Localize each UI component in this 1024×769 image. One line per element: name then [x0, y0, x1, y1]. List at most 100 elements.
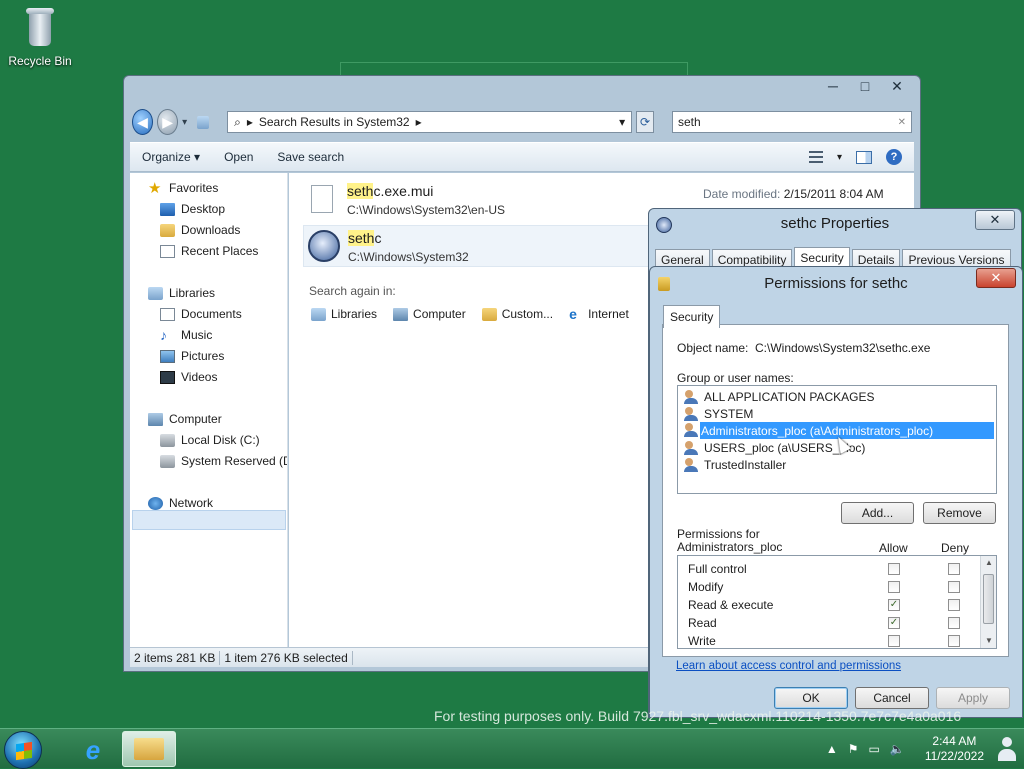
- list-item-selected[interactable]: Administrators_ploc (a\Administrators_pl…: [700, 422, 994, 439]
- add-button[interactable]: Add...: [841, 502, 914, 524]
- back-button[interactable]: ◀: [132, 109, 154, 135]
- recycle-bin-shortcut[interactable]: Recycle Bin: [6, 6, 74, 68]
- minimize-button[interactable]: ─: [818, 76, 848, 96]
- action-center-flag-icon[interactable]: ⚑: [848, 742, 859, 756]
- scroll-down-icon[interactable]: ▼: [981, 634, 996, 648]
- help-icon[interactable]: ?: [886, 149, 902, 165]
- organize-button[interactable]: Organize ▾: [142, 150, 200, 164]
- nav-label: Network: [169, 496, 214, 510]
- deny-checkbox[interactable]: [948, 563, 960, 575]
- nav-label: Music: [181, 328, 213, 342]
- open-button[interactable]: Open: [224, 150, 253, 164]
- recent-pages-dropdown[interactable]: ▾: [182, 117, 187, 128]
- permissions-close-button[interactable]: ✕: [976, 268, 1016, 288]
- forward-button[interactable]: ▶: [157, 109, 179, 135]
- tab-security[interactable]: Security: [663, 305, 721, 328]
- nav-item-videos[interactable]: Videos: [160, 370, 217, 384]
- search-again-custom[interactable]: Custom...: [481, 307, 553, 321]
- nav-item-libraries[interactable]: Libraries: [148, 286, 215, 300]
- search-input-value[interactable]: seth: [678, 115, 701, 129]
- nav-label: Computer: [169, 412, 222, 426]
- object-name-label: Object name:: [677, 341, 749, 355]
- address-chevron-icon[interactable]: ▸: [416, 115, 422, 129]
- recycle-bin-icon: [22, 6, 58, 50]
- volume-muted-icon[interactable]: 🔈: [890, 742, 905, 756]
- allow-checkbox[interactable]: [888, 563, 900, 575]
- nav-item-music[interactable]: ♪ Music: [160, 328, 213, 343]
- nav-item-system-reserved[interactable]: System Reserved (D:: [160, 454, 288, 468]
- search-again-libraries[interactable]: Libraries: [311, 307, 377, 321]
- scroll-up-icon[interactable]: ▲: [981, 556, 996, 570]
- remove-button[interactable]: Remove: [923, 502, 996, 524]
- close-button[interactable]: ✕: [882, 76, 912, 96]
- address-separator-icon[interactable]: ▸: [247, 115, 253, 129]
- nav-label: System Reserved (D:: [181, 454, 288, 468]
- deny-checkbox[interactable]: [948, 599, 960, 611]
- internet-explorer-taskbar-button[interactable]: e: [68, 732, 118, 768]
- display-icon[interactable]: ▭: [869, 742, 880, 756]
- nav-label: Downloads: [181, 223, 241, 237]
- properties-close-button[interactable]: ✕: [975, 210, 1015, 230]
- nav-item-network[interactable]: Network: [148, 496, 213, 510]
- list-item[interactable]: SYSTEM: [684, 405, 753, 422]
- nav-item-computer[interactable]: Computer: [148, 412, 222, 426]
- documents-icon: [160, 307, 175, 321]
- file-explorer-taskbar-button[interactable]: [122, 731, 176, 767]
- learn-access-control-link[interactable]: Learn about access control and permissio…: [676, 660, 901, 672]
- maximize-button[interactable]: □: [850, 76, 880, 96]
- list-item[interactable]: TrustedInstaller: [684, 456, 786, 473]
- nav-item-downloads[interactable]: Downloads: [160, 223, 240, 237]
- security-panel: Object name: C:\Windows\System32\sethc.e…: [662, 324, 1009, 657]
- user-group-icon: [684, 423, 700, 437]
- change-view-icon[interactable]: [808, 151, 823, 163]
- result-date-modified: Date modified: 2/15/2011 8:04 AM: [703, 187, 884, 201]
- ok-button[interactable]: OK: [774, 687, 848, 709]
- search-again-internet[interactable]: e Internet: [569, 305, 629, 322]
- permissions-scrollbar[interactable]: ▲ ▼: [980, 556, 996, 648]
- internet-icon: e: [569, 305, 577, 322]
- permission-row: Read & execute ✓: [688, 596, 978, 614]
- save-search-button[interactable]: Save search: [277, 150, 344, 164]
- nav-item-documents[interactable]: Documents: [160, 307, 242, 321]
- user-account-button[interactable]: [990, 731, 1024, 767]
- view-dropdown-icon[interactable]: ▾: [837, 152, 842, 163]
- start-button[interactable]: [4, 731, 42, 769]
- refresh-button[interactable]: ⟳: [636, 111, 654, 133]
- allow-checkbox[interactable]: [888, 581, 900, 593]
- clock-date: 11/22/2022: [924, 749, 984, 763]
- permission-row: Modify: [688, 578, 978, 596]
- nav-item-recent-places[interactable]: Recent Places: [160, 244, 258, 258]
- cancel-button[interactable]: Cancel: [855, 687, 929, 709]
- nav-item-pictures[interactable]: Pictures: [160, 349, 224, 363]
- search-input[interactable]: seth ✕: [672, 111, 912, 133]
- nav-item-local-disk[interactable]: Local Disk (C:): [160, 433, 260, 447]
- status-selection: 1 item 276 KB selected: [220, 650, 353, 665]
- nav-item-favorites[interactable]: ★ Favorites: [148, 181, 218, 196]
- preview-pane-icon[interactable]: [856, 150, 872, 164]
- taskbar-clock[interactable]: 2:44 AM 11/22/2022: [925, 734, 984, 764]
- apply-button[interactable]: Apply: [936, 687, 1010, 709]
- address-bar[interactable]: ⌕ ▸ Search Results in System32 ▸ ▾: [227, 111, 633, 133]
- permissions-dialog: Permissions for sethc ✕ Security Object …: [649, 266, 1023, 718]
- recycle-bin-label: Recycle Bin: [8, 54, 72, 68]
- show-hidden-icons-icon[interactable]: ▲: [826, 742, 838, 756]
- allow-checkbox[interactable]: ✓: [888, 599, 900, 611]
- deny-checkbox[interactable]: [948, 635, 960, 647]
- address-dropdown-icon[interactable]: ▾: [619, 115, 625, 129]
- clock-time: 2:44 AM: [932, 734, 977, 748]
- deny-checkbox[interactable]: [948, 581, 960, 593]
- desktop-icon: [160, 202, 175, 216]
- deny-checkbox[interactable]: [948, 617, 960, 629]
- clear-search-icon[interactable]: ✕: [898, 117, 906, 128]
- libraries-icon: [148, 286, 163, 300]
- result-path: C:\Windows\System32\en-US: [347, 203, 506, 217]
- address-location[interactable]: Search Results in System32: [259, 115, 410, 129]
- scroll-thumb[interactable]: [983, 574, 994, 624]
- list-item[interactable]: ALL APPLICATION PACKAGES: [684, 388, 875, 405]
- allow-checkbox[interactable]: ✓: [888, 617, 900, 629]
- permission-row: Write: [688, 632, 978, 648]
- nav-item-desktop[interactable]: Desktop: [160, 202, 225, 216]
- file-icon: [311, 185, 333, 213]
- search-again-computer[interactable]: Computer: [393, 307, 466, 321]
- allow-checkbox[interactable]: [888, 635, 900, 647]
